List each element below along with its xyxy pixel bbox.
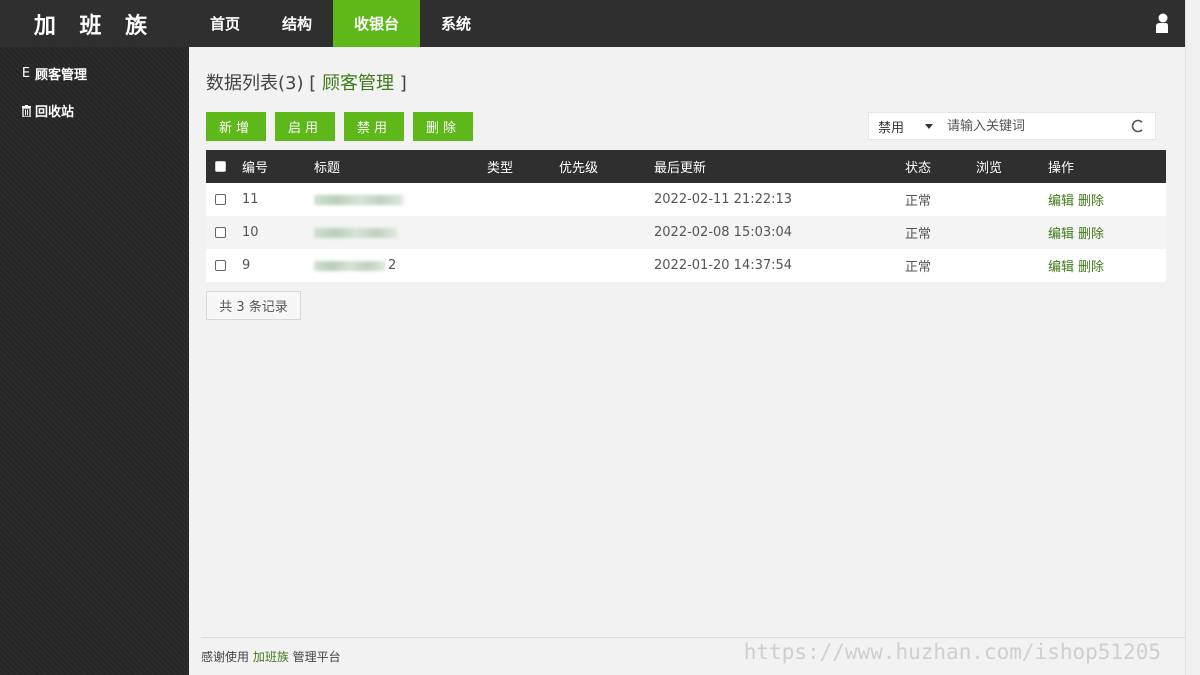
col-actions: 操作 [1048, 161, 1075, 176]
row-checkbox-cell [215, 249, 226, 282]
toolbar: 新增 启用 禁用 删除 [206, 112, 473, 141]
user-icon[interactable] [1155, 13, 1169, 33]
redacted-title [314, 227, 398, 238]
list-icon: E [21, 66, 31, 81]
status-select[interactable]: 禁用 [869, 113, 941, 139]
edit-link[interactable]: 编辑 [1048, 190, 1074, 209]
main-content: 数据列表(3) [ 顾客管理 ] 新增 启用 禁用 删除 禁用 编号 标题 类型… [189, 47, 1185, 675]
search-input[interactable] [941, 113, 1131, 139]
table-row[interactable]: 11 2022-02-11 21:22:13 正常 编辑 删除 [206, 183, 1166, 216]
data-table: 编号 标题 类型 优先级 最后更新 状态 浏览 操作 11 2022-02-11… [206, 150, 1166, 282]
nav-item-home[interactable]: 首页 [189, 0, 261, 47]
page-title-module[interactable]: 顾客管理 [316, 73, 399, 94]
table-header: 编号 标题 类型 优先级 最后更新 状态 浏览 操作 [206, 150, 1166, 183]
col-views[interactable]: 浏览 [976, 150, 1002, 183]
watermark: https://www.huzhan.com/ishop51205 [743, 640, 1161, 664]
row-title[interactable] [314, 216, 398, 249]
enable-button[interactable]: 启用 [275, 112, 335, 141]
row-id: 10 [242, 225, 259, 240]
row-status: 正常 [905, 260, 932, 275]
disable-button[interactable]: 禁用 [344, 112, 404, 141]
sidebar-item-label: 顾客管理 [35, 68, 88, 83]
row-checkbox-cell [215, 183, 226, 216]
row-actions: 编辑 删除 [1048, 249, 1108, 282]
nav-item-system[interactable]: 系统 [420, 0, 492, 47]
footer-divider [201, 637, 1185, 638]
page-title-suffix: ] [399, 73, 407, 94]
row-updated: 2022-02-08 15:03:04 [654, 225, 793, 240]
nav-item-structure[interactable]: 结构 [261, 0, 333, 47]
sidebar-item-recycle[interactable]: 回收站 [0, 92, 189, 129]
row-checkbox[interactable] [215, 227, 226, 238]
footer-brand-link[interactable]: 加班族 [253, 650, 289, 664]
delete-link[interactable]: 删除 [1078, 190, 1104, 209]
col-title[interactable]: 标题 [314, 150, 340, 183]
search-box: 禁用 [868, 112, 1156, 140]
sidebar-item-customers[interactable]: E 顾客管理 [0, 55, 189, 92]
loading-icon [1131, 119, 1143, 133]
caret-down-icon [925, 123, 933, 129]
nav-item-cashier[interactable]: 收银台 [333, 0, 421, 47]
row-status: 正常 [905, 194, 932, 209]
col-id[interactable]: 编号 [242, 150, 268, 183]
table-row[interactable]: 9 2 2022-01-20 14:37:54 正常 编辑 删除 [206, 249, 1166, 282]
redacted-title [314, 194, 404, 205]
row-updated: 2022-01-20 14:37:54 [654, 258, 793, 273]
status-select-value: 禁用 [878, 120, 905, 136]
row-status: 正常 [905, 227, 932, 242]
col-priority[interactable]: 优先级 [559, 150, 598, 183]
sidebar-item-label: 回收站 [35, 105, 75, 120]
edit-link[interactable]: 编辑 [1048, 256, 1074, 275]
row-checkbox[interactable] [215, 194, 226, 205]
row-title[interactable]: 2 [314, 249, 396, 282]
logo[interactable]: 加 班 族 [0, 0, 189, 47]
row-id: 9 [242, 258, 251, 273]
top-nav: 首页 结构 收银台 系统 [189, 0, 492, 47]
row-checkbox[interactable] [215, 260, 226, 271]
delete-button[interactable]: 删除 [413, 112, 473, 141]
row-updated: 2022-02-11 21:22:13 [654, 192, 793, 207]
delete-link[interactable]: 删除 [1078, 223, 1104, 242]
row-title-visible: 2 [388, 258, 397, 273]
select-all-cell [215, 150, 226, 183]
footer-text-suffix: 管理平台 [288, 650, 341, 664]
sidebar: E 顾客管理 回收站 [0, 47, 189, 675]
row-title[interactable] [314, 183, 404, 216]
trash-icon [20, 104, 32, 117]
add-button[interactable]: 新增 [206, 112, 266, 141]
top-bar: 加 班 族 首页 结构 收银台 系统 [0, 0, 1185, 47]
record-count: 共 3 条记录 [206, 291, 301, 320]
footer-text: 感谢使用 加班族 管理平台 [201, 648, 341, 665]
row-actions: 编辑 删除 [1048, 216, 1108, 249]
row-actions: 编辑 删除 [1048, 183, 1108, 216]
delete-link[interactable]: 删除 [1078, 256, 1104, 275]
page-title-prefix: 数据列表(3) [ [206, 73, 317, 94]
col-updated[interactable]: 最后更新 [654, 150, 706, 183]
col-type[interactable]: 类型 [487, 150, 513, 183]
col-status[interactable]: 状态 [905, 150, 931, 183]
row-checkbox-cell [215, 216, 226, 249]
scrollbar[interactable] [1185, 0, 1200, 675]
row-id: 11 [242, 192, 259, 207]
table-row[interactable]: 10 2022-02-08 15:03:04 正常 编辑 删除 [206, 216, 1166, 249]
footer-text-prefix: 感谢使用 [201, 650, 253, 664]
redacted-title [314, 260, 386, 271]
edit-link[interactable]: 编辑 [1048, 223, 1074, 242]
select-all-checkbox[interactable] [215, 161, 226, 172]
page-title: 数据列表(3) [ 顾客管理 ] [206, 69, 407, 95]
